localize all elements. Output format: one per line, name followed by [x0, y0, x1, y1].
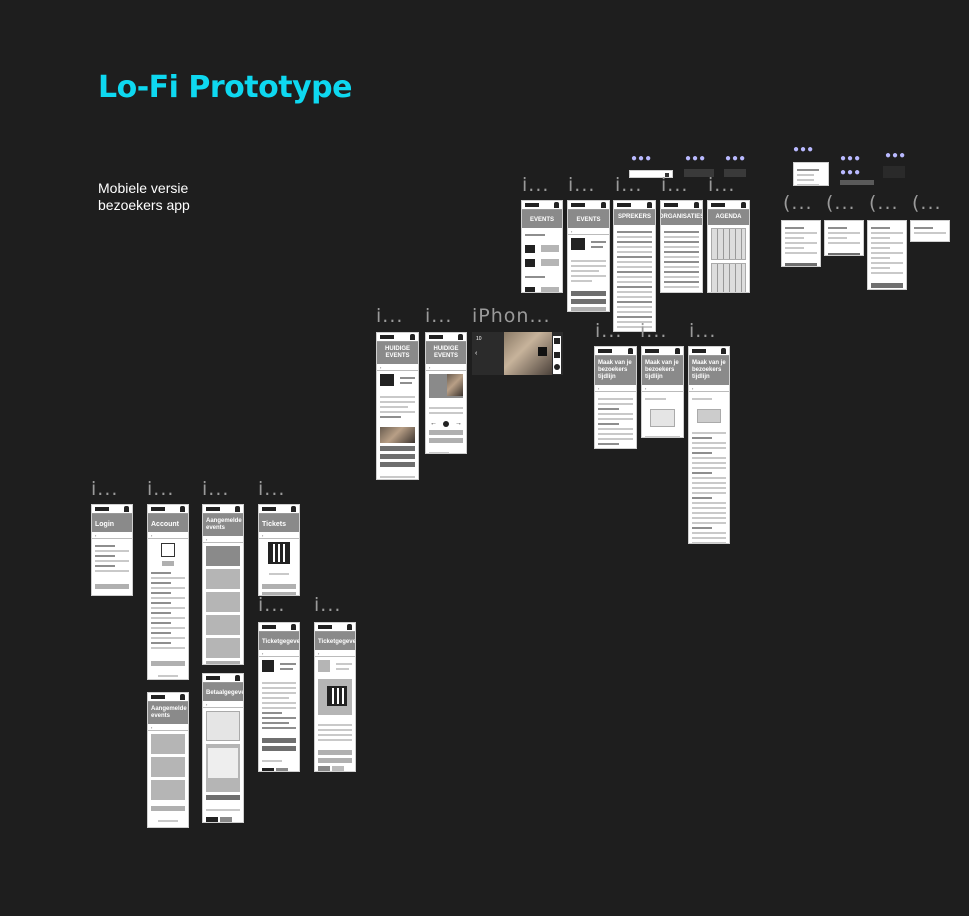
- frame-label: iPhon...: [472, 305, 551, 327]
- screen-title: Aangemelde events: [148, 702, 188, 724]
- play-icon[interactable]: [538, 347, 547, 356]
- frame-label: i...: [522, 174, 550, 196]
- screen-title: Account: [148, 514, 188, 532]
- component-dots-7: ●●●: [885, 150, 907, 161]
- frame-label: i...: [147, 478, 175, 500]
- frame-label: i...: [314, 594, 342, 616]
- frame-label: i...: [258, 594, 286, 616]
- component-button[interactable]: [840, 180, 874, 185]
- frame-label: i...: [640, 320, 668, 342]
- frame-account[interactable]: Account ‹: [147, 504, 189, 680]
- form-frame-1[interactable]: [781, 220, 821, 267]
- frame-label: i...: [425, 305, 453, 327]
- frame-iphone-video[interactable]: 10 ‹: [472, 332, 563, 375]
- frame-label: i...: [708, 174, 736, 196]
- screen-title: ORGANISATIES: [661, 210, 702, 225]
- frame-current-events-2[interactable]: HUIDIGE EVENTS ‹ ← →: [425, 332, 467, 454]
- qr-code: [268, 542, 290, 564]
- component-dots-1: ●●●: [631, 153, 653, 164]
- screen-title: EVENTS: [568, 210, 609, 228]
- screen-title: Maak van je bezoekers tijdlijn: [642, 356, 683, 385]
- screen-title: HUIDIGE EVENTS: [377, 342, 418, 364]
- page-subtitle: Mobiele versie bezoekers app: [98, 180, 190, 213]
- screen-title: Ticketgegevens: [315, 632, 355, 650]
- frame-ticket-details-1[interactable]: Ticketgegevens ‹: [258, 622, 300, 772]
- frame-events-list[interactable]: EVENTS: [521, 200, 563, 293]
- form-frame-2[interactable]: [824, 220, 864, 256]
- screen-title: Ticketgegevens: [259, 632, 299, 650]
- component-dots-6: ●●●: [840, 167, 862, 178]
- frame-label: i...: [568, 174, 596, 196]
- frame-registered-events-2[interactable]: Aangemelde events ‹: [147, 692, 189, 828]
- frame-speakers[interactable]: SPREKERS: [613, 200, 656, 332]
- frame-timeline-2[interactable]: Maak van je bezoekers tijdlijn ‹: [641, 346, 684, 438]
- frame-label: i...: [202, 478, 230, 500]
- form-frame-3[interactable]: [867, 220, 907, 290]
- frame-label: i...: [689, 320, 717, 342]
- frame-label: i...: [376, 305, 404, 327]
- component-menu[interactable]: [793, 162, 829, 186]
- carousel-controls[interactable]: ← →: [426, 420, 466, 427]
- screen-title: Login: [92, 514, 132, 532]
- screen-title: Tickets: [259, 514, 299, 532]
- frame-label: i...: [661, 174, 689, 196]
- frame-timeline-3[interactable]: Maak van je bezoekers tijdlijn ‹: [688, 346, 730, 544]
- frame-label: i...: [615, 174, 643, 196]
- frame-timeline-1[interactable]: Maak van je bezoekers tijdlijn ‹: [594, 346, 637, 449]
- screen-title: EVENTS: [522, 210, 562, 228]
- avatar[interactable]: [161, 543, 175, 557]
- screen-title: AGENDA: [708, 210, 749, 225]
- frame-label: i...: [595, 320, 623, 342]
- frame-label: i...: [258, 478, 286, 500]
- screen-title: SPREKERS: [614, 210, 655, 225]
- screen-title: Maak van je bezoekers tijdlijn: [595, 356, 636, 385]
- frame-ticket-details-2[interactable]: Ticketgegevens ‹: [314, 622, 356, 772]
- component-dots-5: ●●●: [840, 153, 862, 164]
- frame-label: i...: [91, 478, 119, 500]
- screen-title: Betaalgegevens: [203, 683, 243, 701]
- frame-organisations[interactable]: ORGANISATIES: [660, 200, 703, 293]
- screen-title: HUIDIGE EVENTS: [426, 342, 466, 364]
- video-counter: 10: [476, 336, 482, 342]
- component-toggle[interactable]: [883, 166, 905, 178]
- frame-registered-events-1[interactable]: Aangemelde events ‹: [202, 504, 244, 665]
- frame-event-detail[interactable]: EVENTS ‹: [567, 200, 610, 312]
- component-dots-4: ●●●: [793, 144, 815, 155]
- frame-login[interactable]: Login ‹: [91, 504, 133, 596]
- screen-title: Aangemelde events: [203, 514, 243, 536]
- component-dots-2: ●●●: [685, 153, 707, 164]
- form-frame-4[interactable]: [910, 220, 950, 242]
- frame-label: (...: [826, 192, 856, 214]
- frame-agenda[interactable]: AGENDA: [707, 200, 750, 293]
- back-arrow-icon[interactable]: ‹: [475, 350, 477, 357]
- frame-current-events-1[interactable]: HUIDIGE EVENTS ‹: [376, 332, 419, 480]
- frame-payment-details[interactable]: Betaalgegevens ‹: [202, 673, 244, 823]
- frame-label: (...: [912, 192, 942, 214]
- frame-tickets[interactable]: Tickets ‹: [258, 504, 300, 596]
- frame-label: (...: [783, 192, 813, 214]
- page-title: Lo-Fi Prototype: [98, 70, 352, 105]
- frame-label: (...: [869, 192, 899, 214]
- screen-title: Maak van je bezoekers tijdlijn: [689, 356, 729, 385]
- component-dots-3: ●●●: [725, 153, 747, 164]
- video-action-bar[interactable]: [553, 336, 561, 374]
